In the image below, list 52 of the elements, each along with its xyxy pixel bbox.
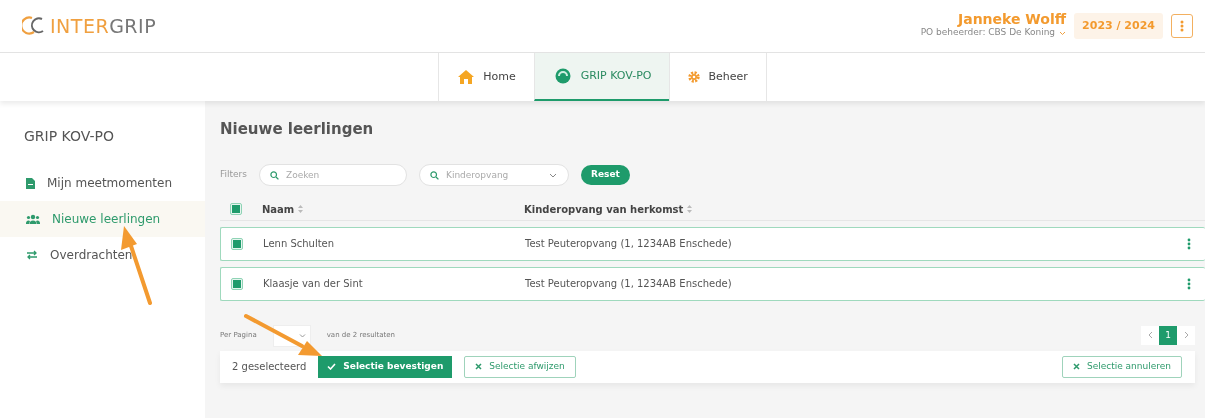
column-header[interactable]: Naam (262, 201, 295, 217)
nav-tab[interactable]: GRIP KOV-PO (533, 53, 670, 101)
table-cell-text: Test Peuteropvang (1, 1234AB Enschede) (525, 277, 733, 291)
row-checkbox[interactable] (231, 277, 243, 290)
table-cell-text: Test Peuteropvang (1, 1234AB Enschede) (525, 237, 733, 251)
nav-tab[interactable]: Beheer (669, 53, 767, 101)
sidebar-item[interactable]: Mijn meetmomenten (0, 165, 205, 201)
role-selector[interactable]: PO beheerder: CBS De Koning (920, 26, 1067, 40)
sidebar-item[interactable]: Overdrachten (0, 237, 205, 273)
cancel-selection-button[interactable]: Selectie annuleren (1061, 355, 1182, 378)
house-icon (457, 69, 476, 85)
table-cell-text: Klaasje van der Sint (262, 277, 364, 291)
close-icon (475, 363, 483, 370)
page-button[interactable]: 1 (1159, 326, 1177, 345)
user-name: Janneke Wolff (958, 12, 1067, 27)
sidebar-title: GRIP KOV-PO (23, 127, 116, 146)
column-header[interactable]: Kinderopvang van herkomst (524, 201, 684, 217)
chevron-icon (298, 333, 306, 338)
table-cell-text: Lenn Schulten (262, 237, 336, 251)
check-icon (327, 363, 337, 370)
school-year-badge[interactable]: 2023 / 2024 (1074, 12, 1163, 40)
logo-icon (22, 15, 46, 37)
transfer-icon (26, 250, 38, 260)
search-field[interactable]: Zoeken (259, 163, 407, 186)
gear-icon (688, 71, 701, 83)
confirm-selection-button[interactable]: Selectie bevestigen (318, 355, 453, 378)
reject-selection-button[interactable]: Selectie afwijzen (464, 355, 576, 378)
close-icon (1072, 363, 1080, 370)
page-title: Nieuwe leerlingen (220, 119, 375, 140)
chevron-icon (549, 172, 557, 178)
kebab-icon (1187, 277, 1191, 290)
search-icon (430, 170, 439, 180)
daycare-dropdown[interactable]: Kinderopvang (419, 163, 569, 186)
sort-icon[interactable] (687, 205, 693, 213)
logo-text: INTERGRIP (50, 13, 157, 39)
chevron-icon (1059, 30, 1067, 36)
document-icon (26, 177, 35, 189)
sidebar-item[interactable]: Nieuwe leerlingen (0, 201, 205, 237)
search-icon (270, 170, 279, 180)
select-all-checkbox[interactable] (230, 203, 242, 215)
nav-tab[interactable]: Home (438, 53, 534, 101)
chevron-left-icon (1147, 331, 1153, 340)
kebab-icon (1180, 20, 1184, 32)
more-button[interactable] (1171, 14, 1193, 38)
sort-icon[interactable] (298, 205, 304, 213)
row-checkbox[interactable] (231, 237, 243, 250)
kebab-icon (1187, 237, 1191, 250)
users-icon (26, 214, 40, 224)
reset-button[interactable]: Reset (581, 164, 630, 185)
filters-label: Filters (220, 167, 247, 181)
chevron-right-icon (1183, 331, 1189, 340)
selected-count: 2 geselecteerd (232, 360, 307, 374)
